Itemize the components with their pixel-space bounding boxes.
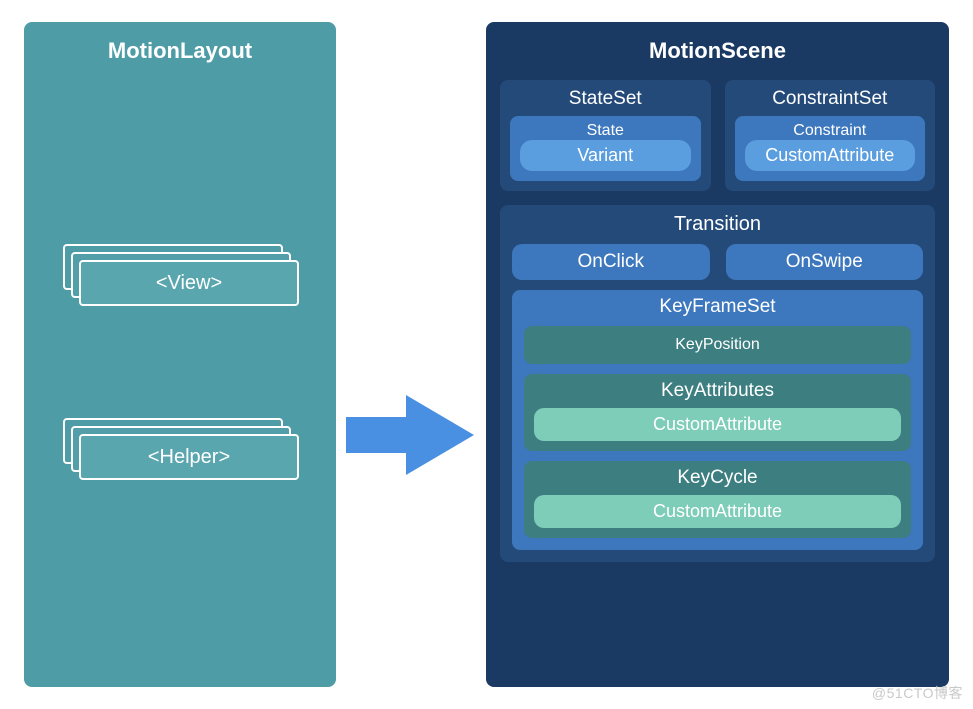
- keyposition-box: KeyPosition: [524, 326, 911, 364]
- stack-card-front: <View>: [79, 260, 299, 306]
- customattribute-chip: CustomAttribute: [745, 140, 916, 171]
- keyattributes-box: KeyAttributes CustomAttribute: [524, 374, 911, 451]
- motionlayout-panel: MotionLayout <View> <Helper>: [24, 22, 336, 687]
- constraint-label: Constraint: [745, 122, 916, 140]
- keycycle-custom-chip: CustomAttribute: [534, 495, 901, 528]
- view-stack: <View>: [63, 244, 297, 308]
- onswipe-chip: OnSwipe: [726, 244, 924, 280]
- constraintset-label: ConstraintSet: [735, 88, 926, 110]
- state-box: State Variant: [510, 116, 701, 181]
- variant-chip: Variant: [520, 140, 691, 171]
- stack-card-front: <Helper>: [79, 434, 299, 480]
- keyframeset-box: KeyFrameSet KeyPosition KeyAttributes Cu…: [512, 290, 923, 550]
- diagram-canvas: MotionLayout <View> <Helper> MotionScene…: [0, 0, 973, 709]
- helper-stack: <Helper>: [63, 418, 297, 482]
- stateset-box: StateSet State Variant: [500, 80, 711, 191]
- stateset-label: StateSet: [510, 88, 701, 110]
- keyframeset-label: KeyFrameSet: [524, 296, 911, 318]
- keycycle-label: KeyCycle: [534, 467, 901, 489]
- motionscene-title: MotionScene: [500, 38, 935, 64]
- arrow: [336, 182, 486, 687]
- keyposition-label: KeyPosition: [675, 336, 760, 353]
- arrow-icon: [346, 385, 476, 485]
- transition-box: Transition OnClick OnSwipe KeyFrameSet K…: [500, 205, 935, 562]
- transition-label: Transition: [512, 213, 923, 236]
- state-label: State: [520, 122, 691, 140]
- watermark: @51CTO博客: [872, 683, 963, 703]
- motionlayout-title: MotionLayout: [38, 38, 322, 64]
- constraintset-box: ConstraintSet Constraint CustomAttribute: [725, 80, 936, 191]
- transition-triggers-row: OnClick OnSwipe: [512, 244, 923, 280]
- onclick-chip: OnClick: [512, 244, 710, 280]
- keycycle-box: KeyCycle CustomAttribute: [524, 461, 911, 538]
- keyattributes-label: KeyAttributes: [534, 380, 901, 402]
- keyattributes-custom-chip: CustomAttribute: [534, 408, 901, 441]
- motionscene-panel: MotionScene StateSet State Variant Const…: [486, 22, 949, 687]
- constraint-box: Constraint CustomAttribute: [735, 116, 926, 181]
- top-row: StateSet State Variant ConstraintSet Con…: [500, 80, 935, 191]
